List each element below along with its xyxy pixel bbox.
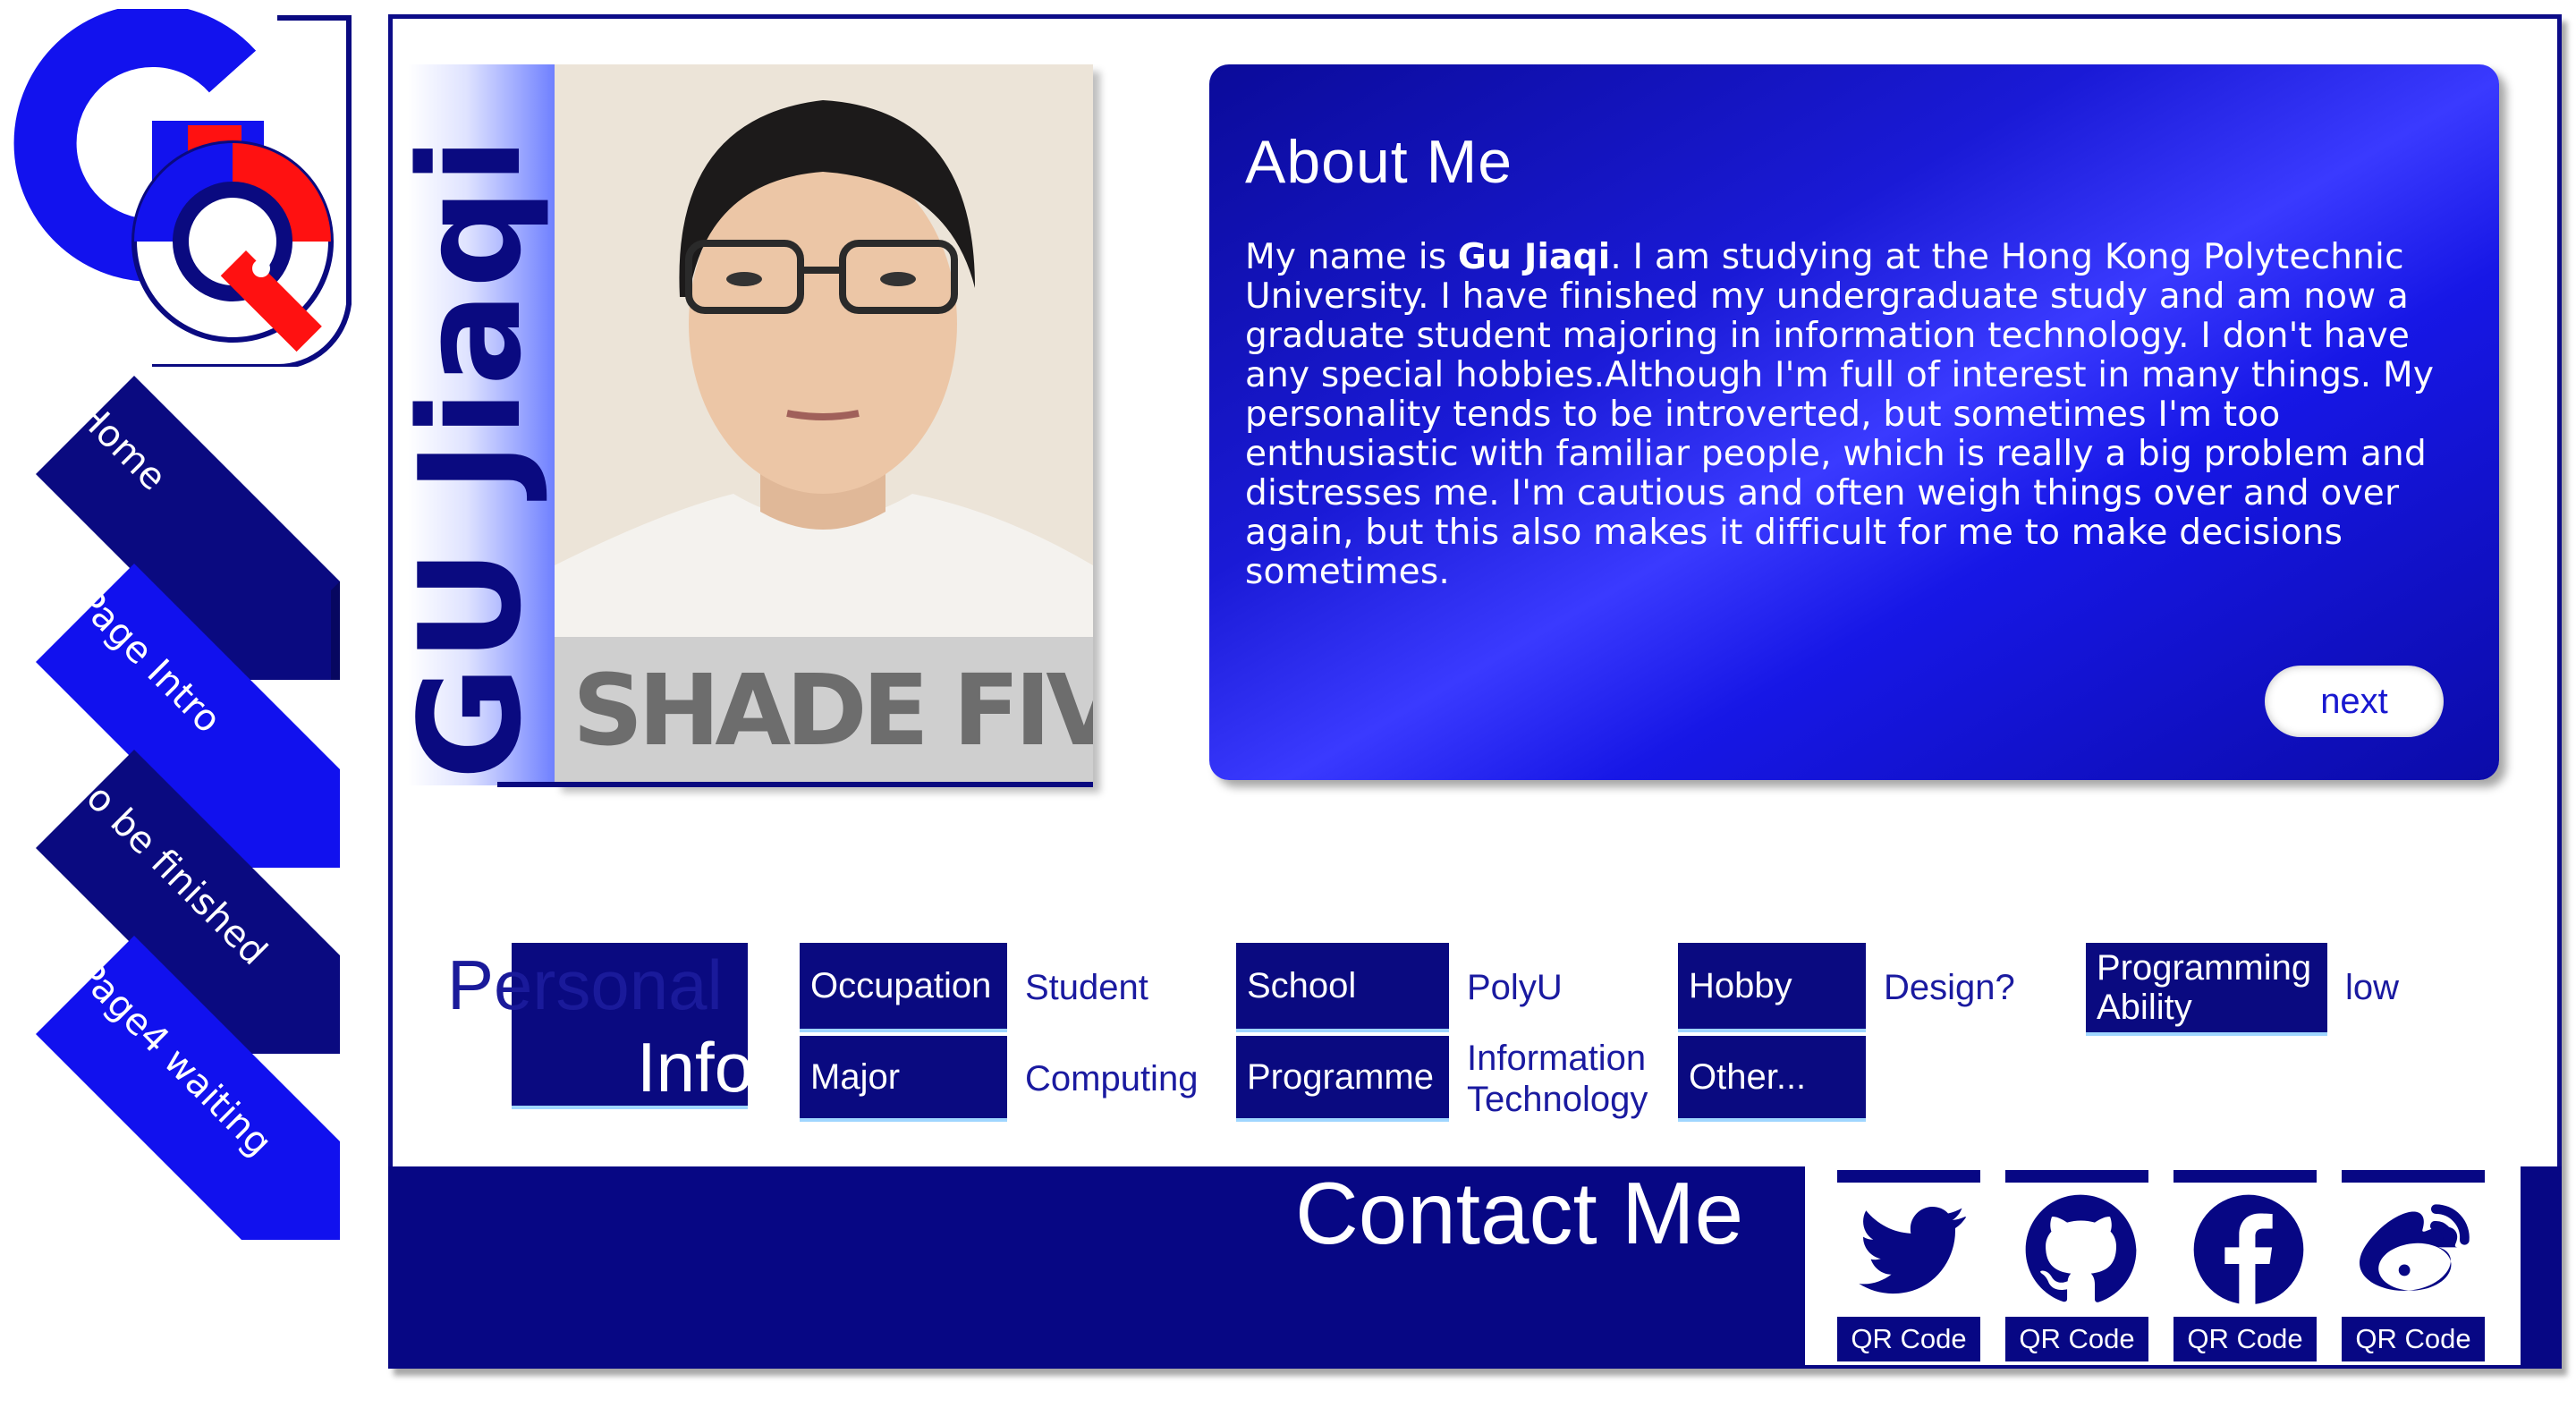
twitter-icon-tile xyxy=(1837,1183,1980,1317)
github-icon xyxy=(2025,1194,2137,1302)
personal-info-title: Personal xyxy=(447,946,723,1024)
about-title: About Me xyxy=(1245,128,1513,196)
programming-ability-label: Programming Ability xyxy=(2086,943,2327,1036)
personal-info-title-line2: Info xyxy=(637,1025,748,1109)
about-body: My name is Gu Jiaqi. I am studying at th… xyxy=(1245,238,2479,592)
twitter-icon xyxy=(1859,1207,1967,1294)
facebook-icon-tile xyxy=(2174,1183,2317,1317)
profile-photo: SHADE FIVE xyxy=(555,64,1093,785)
next-button[interactable]: next xyxy=(2265,666,2444,737)
school-value: PolyU xyxy=(1467,968,1563,1007)
gjq-logo[interactable] xyxy=(9,9,367,367)
school-label: School xyxy=(1236,943,1449,1032)
weibo-icon xyxy=(2360,1204,2470,1291)
personal-info-title-line2-text: Info xyxy=(637,1028,748,1107)
occupation-value: Student xyxy=(1025,968,1148,1007)
svg-text:SHADE FIVE: SHADE FIVE xyxy=(572,653,1093,768)
programming-ability-value: low xyxy=(2345,968,2400,1007)
major-value: Computing xyxy=(1025,1059,1199,1098)
hobby-label: Hobby xyxy=(1678,943,1866,1032)
facebook-qr-button[interactable]: QR Code xyxy=(2170,1166,2320,1365)
github-qr-button[interactable]: QR Code xyxy=(2002,1166,2152,1365)
about-text: . I am studying at the Hong Kong Polytec… xyxy=(1245,237,2435,592)
qr-code-label: QR Code xyxy=(2005,1317,2148,1361)
hobby-value: Design? xyxy=(1884,968,2015,1007)
programme-value: Information Technology xyxy=(1467,1039,1648,1119)
other-label: Other... xyxy=(1678,1036,1866,1122)
about-card: About Me My name is Gu Jiaqi. I am study… xyxy=(1209,64,2499,780)
programme-label: Programme xyxy=(1236,1036,1449,1122)
weibo-qr-button[interactable]: QR Code xyxy=(2338,1166,2488,1365)
photo-underline xyxy=(497,782,1093,787)
weibo-icon-tile xyxy=(2342,1183,2485,1317)
qr-code-label: QR Code xyxy=(2174,1317,2317,1361)
vertical-name: GU Jiaqi xyxy=(389,133,552,780)
contact-title: Contact Me xyxy=(1295,1164,1744,1262)
twitter-qr-button[interactable]: QR Code xyxy=(1834,1166,1984,1365)
facebook-icon xyxy=(2193,1194,2304,1307)
about-name: Gu Jiaqi xyxy=(1457,237,1611,277)
qr-code-label: QR Code xyxy=(1837,1317,1980,1361)
github-icon-tile xyxy=(2005,1183,2148,1317)
nav-item-page4-waiting[interactable]: Page4 waiting xyxy=(36,936,340,1240)
major-label: Major xyxy=(800,1036,1007,1122)
qr-code-label: QR Code xyxy=(2342,1317,2485,1361)
about-intro: My name is xyxy=(1245,237,1458,277)
occupation-label: Occupation xyxy=(800,943,1007,1032)
